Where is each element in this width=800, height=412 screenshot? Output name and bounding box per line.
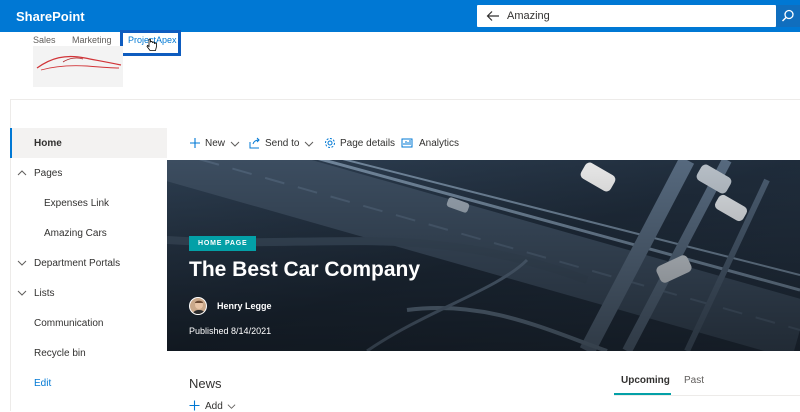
nav-item-label: Amazing Cars [44, 228, 107, 239]
nav-item-communication[interactable]: Communication [10, 308, 167, 338]
plus-icon [190, 138, 200, 148]
page-details-label: Page details [340, 138, 396, 149]
nav-item-label: Communication [34, 318, 104, 329]
published-date: Published 8/14/2021 [189, 326, 271, 336]
search-submit-button[interactable] [776, 5, 800, 27]
send-to-button[interactable]: Send to [249, 137, 315, 151]
hero-banner: HOME PAGE The Best Car Company Henry Leg… [167, 160, 800, 351]
nav-item-label: Expenses Link [44, 198, 110, 209]
plus-icon [189, 400, 200, 411]
new-button[interactable]: New [189, 137, 241, 151]
chevron-down-icon [230, 141, 240, 147]
page-title: The Best Car Company [189, 258, 421, 281]
command-bar: New Send to Page details Analytics [167, 128, 800, 160]
analytics-label: Analytics [419, 138, 460, 149]
nav-item-label: Pages [34, 168, 63, 179]
author-name[interactable]: Henry Legge [217, 301, 272, 311]
share-icon [249, 137, 260, 149]
app-title[interactable]: SharePoint [16, 9, 85, 24]
nav-item-recycle-bin[interactable]: Recycle bin [10, 338, 167, 368]
active-tab-indicator [614, 393, 671, 395]
add-label: Add [205, 401, 223, 412]
nav-item-expenses-link[interactable]: Expenses Link [10, 188, 167, 218]
back-arrow-icon[interactable] [485, 8, 501, 24]
chevron-down-icon[interactable] [17, 288, 27, 298]
left-navigation: Home Pages Expenses Link Amazing Cars De… [10, 128, 167, 411]
published-label: Published [189, 326, 229, 336]
avatar[interactable] [189, 297, 207, 315]
nav-edit-link[interactable]: Edit [10, 368, 167, 398]
nav-item-department-portals[interactable]: Department Portals [10, 248, 167, 278]
gear-icon [325, 138, 335, 148]
new-label: New [205, 138, 226, 149]
nav-item-label: Department Portals [34, 258, 121, 269]
send-to-label: Send to [265, 138, 300, 149]
chevron-down-icon[interactable] [17, 258, 27, 268]
page-details-button[interactable]: Page details [324, 137, 396, 151]
search-input[interactable]: Amazing [507, 10, 550, 22]
hero-background-image [167, 160, 800, 351]
nav-item-amazing-cars[interactable]: Amazing Cars [10, 218, 167, 248]
chevron-down-icon [227, 404, 236, 409]
nav-item-home[interactable]: Home [10, 128, 167, 158]
analytics-icon [401, 138, 413, 148]
nav-item-label: Edit [34, 378, 52, 389]
nav-item-label: Lists [34, 288, 55, 299]
nav-item-pages[interactable]: Pages [10, 158, 167, 188]
published-value: 8/14/2021 [231, 326, 272, 336]
header-divider [10, 99, 800, 100]
search-icon [782, 9, 794, 22]
search-box[interactable]: Amazing [477, 5, 776, 27]
nav-item-label: Recycle bin [34, 348, 86, 359]
hand-cursor-icon [146, 38, 157, 51]
page-type-badge: HOME PAGE [189, 236, 257, 251]
news-section-title: News [189, 376, 222, 391]
chevron-up-icon[interactable] [17, 168, 27, 178]
tab-past[interactable]: Past [684, 375, 704, 386]
suite-bar: SharePoint Amazing [0, 0, 800, 32]
hub-link-sales[interactable]: Sales [33, 35, 56, 45]
nav-item-lists[interactable]: Lists [10, 278, 167, 308]
analytics-button[interactable]: Analytics [401, 137, 461, 151]
chevron-down-icon [304, 141, 314, 147]
tab-upcoming[interactable]: Upcoming [621, 375, 670, 386]
nav-item-label: Home [34, 138, 62, 149]
hub-link-marketing[interactable]: Marketing [72, 35, 112, 45]
tab-divider [614, 395, 800, 396]
site-logo[interactable] [33, 46, 123, 87]
